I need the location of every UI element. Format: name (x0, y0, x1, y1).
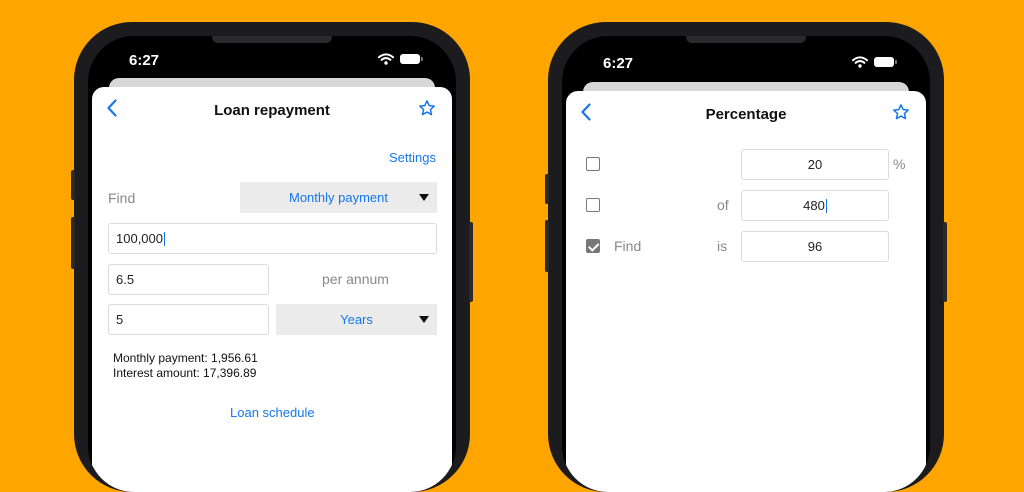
star-icon (419, 100, 435, 116)
find-select-value: Monthly payment (289, 190, 388, 205)
favorite-button[interactable] (892, 103, 910, 127)
star-icon (893, 104, 909, 120)
dropdown-arrow-icon (419, 193, 429, 201)
nav-bar: Loan repayment (92, 87, 452, 135)
base-value: 480 (803, 198, 825, 213)
find-label: Find (614, 238, 642, 254)
notch (686, 36, 806, 43)
side-button (545, 220, 549, 272)
nav-bar: Percentage (566, 91, 926, 139)
text-caret (164, 231, 165, 246)
wifi-icon (378, 53, 394, 65)
row2-checkbox[interactable] (586, 198, 600, 212)
left-phone: 6:27 Loan repayment Settings Find Monthl… (71, 22, 473, 492)
term-unit-value: Years (340, 312, 373, 327)
notch (212, 36, 332, 43)
result-value-input[interactable]: 96 (741, 231, 889, 262)
percent-value: 20 (807, 157, 823, 172)
side-button (71, 170, 75, 200)
favorite-button[interactable] (418, 99, 436, 123)
term-unit-select[interactable]: Years (276, 304, 437, 335)
side-button (943, 222, 947, 302)
percent-sign: % (893, 156, 906, 172)
term-value: 5 (116, 312, 124, 327)
term-input[interactable]: 5 (108, 304, 269, 335)
is-label: is (717, 238, 728, 254)
settings-link[interactable]: Settings (389, 150, 436, 165)
loan-amount-value: 100,000 (116, 231, 163, 246)
text-caret (825, 198, 827, 213)
row3-checkbox[interactable] (586, 239, 600, 253)
of-label: of (717, 197, 729, 213)
interest-rate-input[interactable]: 6.5 (108, 264, 269, 295)
status-time: 6:27 (129, 52, 160, 69)
page-title: Loan repayment (214, 102, 330, 119)
left-screen: 6:27 Loan repayment Settings Find Monthl… (88, 36, 456, 492)
loan-schedule-link[interactable]: Loan schedule (230, 405, 315, 420)
side-button (469, 222, 473, 302)
result-value: 96 (807, 239, 823, 254)
right-screen: 6:27 Percentage 20 % of 480 Find is 96 (562, 36, 930, 492)
side-button (71, 217, 75, 269)
side-button (545, 174, 549, 204)
wifi-icon (852, 56, 868, 68)
loan-repayment-sheet: Loan repayment Settings Find Monthly pay… (92, 87, 452, 492)
battery-icon (874, 57, 897, 67)
row1-checkbox[interactable] (586, 157, 600, 171)
loan-amount-input[interactable]: 100,000 (108, 223, 437, 254)
status-time: 6:27 (603, 55, 634, 72)
battery-icon (400, 54, 423, 64)
status-icons (852, 56, 897, 68)
monthly-payment-result: Monthly payment: 1,956.61 (113, 351, 258, 365)
page-title: Percentage (705, 106, 787, 123)
interest-amount-result: Interest amount: 17,396.89 (113, 366, 257, 380)
dropdown-arrow-icon (419, 315, 429, 323)
find-select[interactable]: Monthly payment (240, 182, 437, 213)
interest-rate-value: 6.5 (116, 272, 135, 287)
right-phone: 6:27 Percentage 20 % of 480 Find is 96 (545, 22, 947, 492)
status-icons (378, 53, 423, 65)
percent-input[interactable]: 20 (741, 149, 889, 180)
find-label: Find (108, 190, 136, 206)
percentage-sheet: Percentage 20 % of 480 Find is 96 (566, 91, 926, 492)
rate-unit-label: per annum (322, 271, 389, 287)
base-value-input[interactable]: 480 (741, 190, 889, 221)
